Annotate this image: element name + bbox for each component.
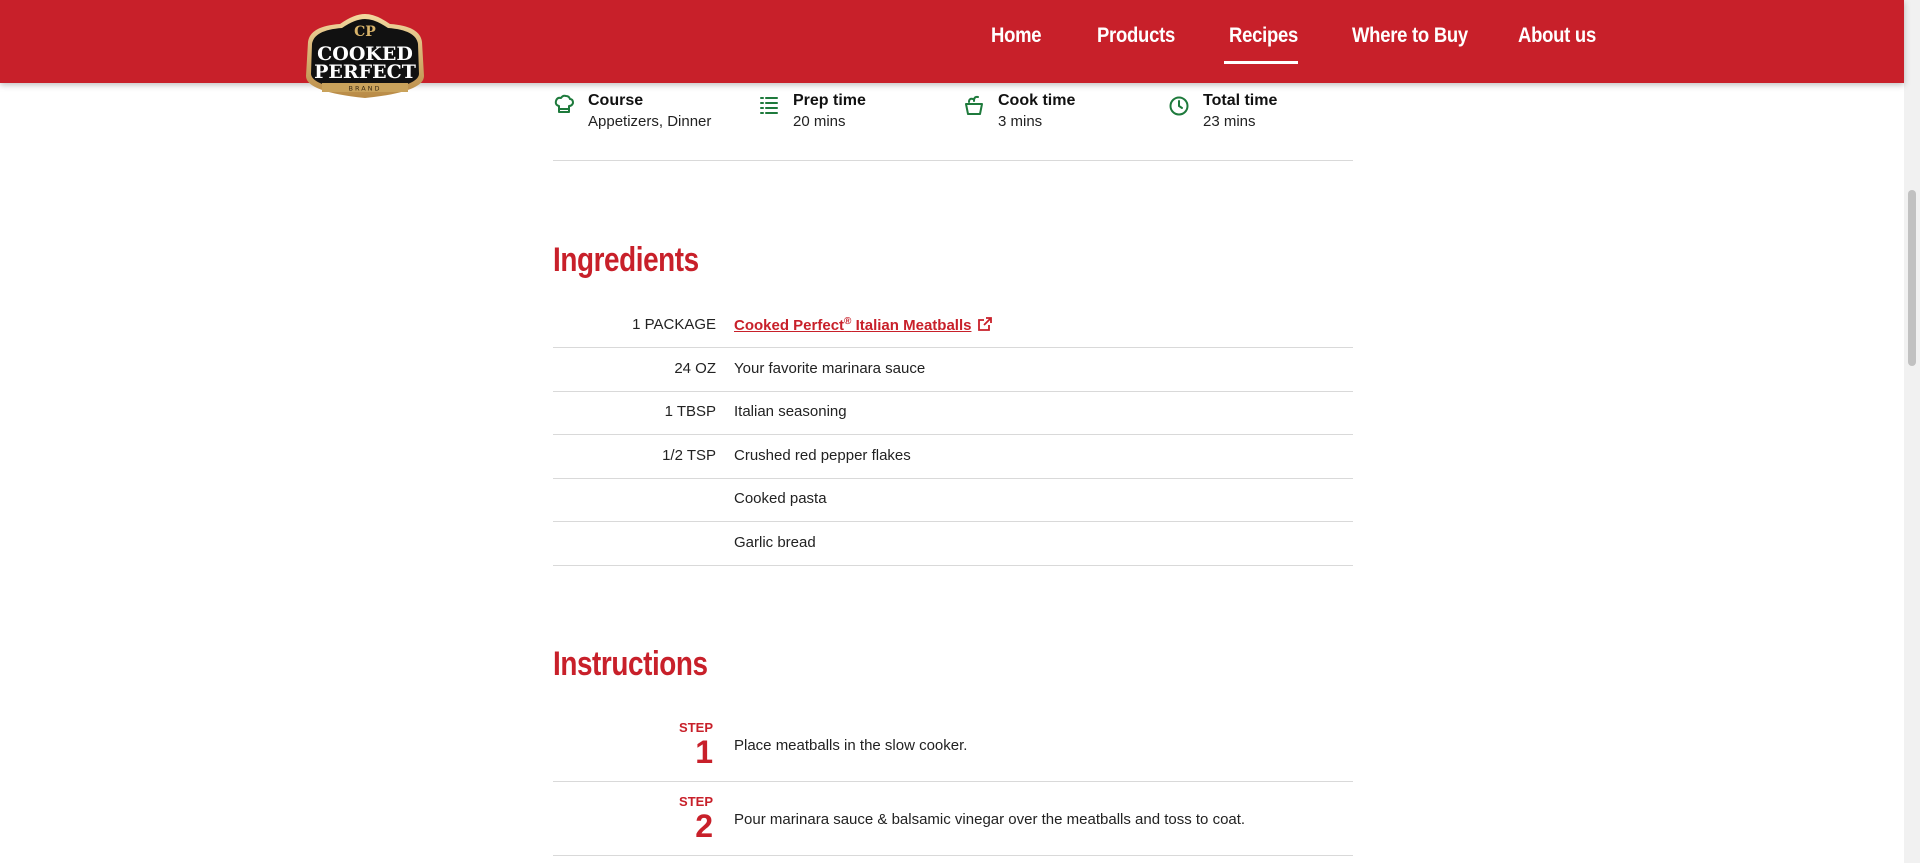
instructions-heading: Instructions: [553, 645, 708, 683]
nav-home[interactable]: Home: [991, 24, 1042, 48]
scrollbar-track[interactable]: [1904, 0, 1920, 863]
meta-value: 20 mins: [793, 113, 846, 130]
ingredient-qty: 1 PACKAGE: [632, 316, 716, 333]
ingredient-row: 1 PACKAGE Cooked Perfect® Italian Meatba…: [553, 304, 1353, 348]
ingredient-name: Crushed red pepper flakes: [734, 447, 911, 464]
ingredient-name: Italian seasoning: [734, 403, 847, 420]
nav-where-to-buy[interactable]: Where to Buy: [1352, 24, 1468, 48]
ingredient-row: Cooked pasta: [553, 478, 1353, 522]
scrollbar-thumb[interactable]: [1908, 190, 1916, 366]
ingredient-row: 1 TBSP Italian seasoning: [553, 391, 1353, 435]
ingredient-qty: 1/2 TSP: [662, 447, 716, 464]
nav-products[interactable]: Products: [1097, 24, 1175, 48]
nav-about-us[interactable]: About us: [1518, 24, 1596, 48]
instruction-step: STEP 2 Pour marinara sauce & balsamic vi…: [553, 782, 1353, 856]
ingredient-qty: 24 OZ: [674, 360, 716, 377]
meta-label: Cook time: [998, 92, 1076, 109]
meta-value: 23 mins: [1203, 113, 1256, 130]
product-link[interactable]: Cooked Perfect® Italian Meatballs: [734, 316, 971, 334]
active-nav-indicator: [1224, 61, 1298, 64]
ingredient-row: Garlic bread: [553, 522, 1353, 566]
step-text: Pour marinara sauce & balsamic vinegar o…: [734, 811, 1246, 828]
external-link-icon[interactable]: [977, 316, 993, 332]
clock-icon: [1169, 96, 1189, 116]
ingredient-row: 1/2 TSP Crushed red pepper flakes: [553, 435, 1353, 479]
meta-label: Course: [588, 92, 644, 109]
list-icon: [760, 97, 778, 114]
brand-logo[interactable]: CP COOKED PERFECT BRAND: [300, 12, 430, 100]
svg-text:CP: CP: [354, 24, 376, 40]
meta-label: Prep time: [793, 92, 866, 109]
step-number: 1: [695, 734, 713, 770]
meta-value: 3 mins: [998, 113, 1043, 130]
main-nav: Home Products Recipes Where to Buy About…: [0, 0, 1904, 83]
meta-value: Appetizers, Dinner: [588, 113, 712, 130]
ingredient-row: 24 OZ Your favorite marinara sauce: [553, 348, 1353, 392]
meta-label: Total time: [1203, 92, 1278, 109]
step-text: Place meatballs in the slow cooker.: [734, 737, 968, 754]
ingredient-qty: 1 TBSP: [664, 403, 716, 420]
site-header: Home Products Recipes Where to Buy About…: [0, 0, 1904, 83]
ingredient-name: Your favorite marinara sauce: [734, 360, 926, 377]
ingredients-heading: Ingredients: [553, 241, 699, 279]
pot-icon: [965, 95, 983, 115]
step-number: 2: [695, 808, 713, 844]
chef-hat-icon: [554, 94, 574, 113]
svg-text:PERFECT: PERFECT: [314, 61, 416, 83]
nav-recipes[interactable]: Recipes: [1229, 24, 1298, 48]
ingredient-name: Cooked Perfect® Italian Meatballs: [734, 316, 993, 334]
svg-text:BRAND: BRAND: [348, 85, 381, 93]
instruction-step: STEP 1 Place meatballs in the slow cooke…: [553, 708, 1353, 782]
ingredient-name: Garlic bread: [734, 534, 816, 551]
meta-divider: [553, 160, 1353, 161]
ingredient-name: Cooked pasta: [734, 490, 827, 507]
